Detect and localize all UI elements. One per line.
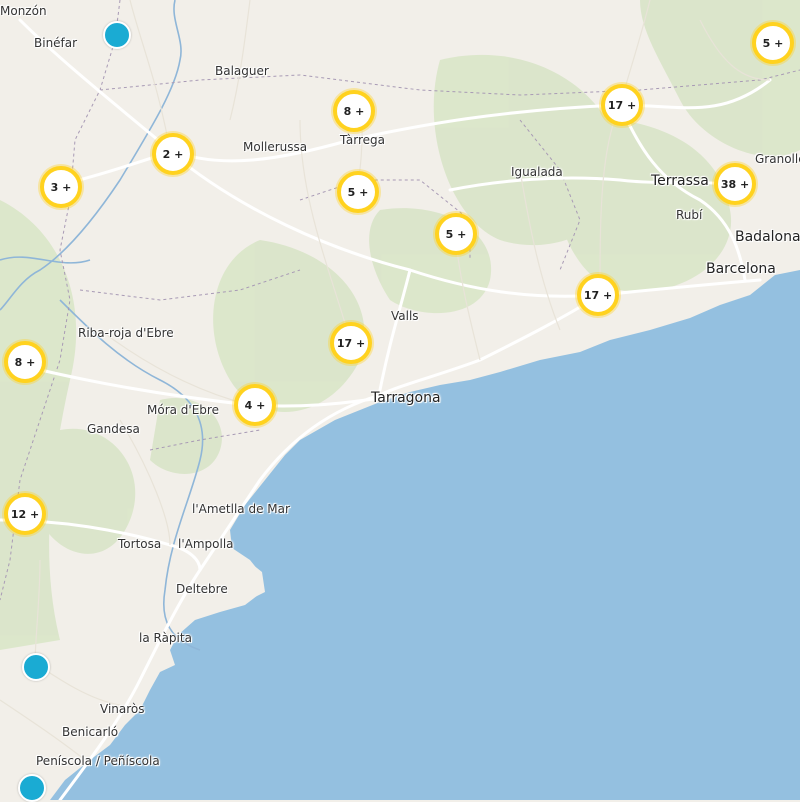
place-label-badalona: Badalona	[735, 229, 800, 245]
place-label-monzon: Monzón	[0, 4, 47, 18]
place-label-barcelona: Barcelona	[706, 261, 776, 277]
place-label-binefar: Binéfar	[34, 36, 78, 50]
cluster-marker[interactable]: 8 +	[4, 341, 46, 383]
cluster-marker[interactable]: 5 +	[752, 22, 794, 64]
cluster-marker[interactable]: 17 +	[330, 322, 372, 364]
place-label-vinaros: Vinaròs	[100, 702, 145, 716]
cluster-marker[interactable]: 8 +	[333, 90, 375, 132]
place-label-ampolla: l'Ampolla	[178, 537, 234, 551]
point-marker[interactable]	[22, 653, 50, 681]
place-label-igualada: Igualada	[511, 165, 563, 179]
place-label-peniscola: Peníscola / Peñíscola	[36, 754, 160, 768]
place-label-terrassa: Terrassa	[651, 173, 709, 189]
place-label-granollers: Granolle	[755, 152, 800, 166]
map-canvas[interactable]: Monzón Binéfar Balaguer Mollerussa Tàrre…	[0, 0, 800, 802]
place-label-tarragona: Tarragona	[371, 390, 441, 406]
place-label-balaguer: Balaguer	[215, 64, 269, 78]
cluster-marker[interactable]: 4 +	[234, 384, 276, 426]
place-label-deltebre: Deltebre	[176, 582, 228, 596]
place-label-rapita: la Ràpita	[139, 631, 192, 645]
place-label-valls: Valls	[391, 309, 419, 323]
place-label-riba-roja: Riba-roja d'Ebre	[78, 326, 174, 340]
place-label-ametlla: l'Ametlla de Mar	[192, 502, 290, 516]
cluster-marker[interactable]: 5 +	[435, 213, 477, 255]
cluster-marker[interactable]: 12 +	[4, 493, 46, 535]
place-label-mollerussa: Mollerussa	[243, 140, 308, 154]
cluster-marker[interactable]: 38 +	[714, 163, 756, 205]
cluster-marker[interactable]: 5 +	[337, 171, 379, 213]
place-label-rubi: Rubí	[676, 208, 703, 222]
place-label-benicarlo: Benicarló	[62, 725, 119, 739]
place-label-mora: Móra d'Ebre	[147, 403, 219, 417]
cluster-marker[interactable]: 2 +	[152, 133, 194, 175]
cluster-marker[interactable]: 17 +	[577, 274, 619, 316]
cluster-marker[interactable]: 17 +	[601, 84, 643, 126]
cluster-marker[interactable]: 3 +	[40, 166, 82, 208]
point-marker[interactable]	[18, 774, 46, 802]
place-label-tarrega: Tàrrega	[340, 133, 386, 147]
place-label-tortosa: Tortosa	[118, 537, 162, 551]
point-marker[interactable]	[103, 21, 131, 49]
place-label-gandesa: Gandesa	[87, 422, 140, 436]
